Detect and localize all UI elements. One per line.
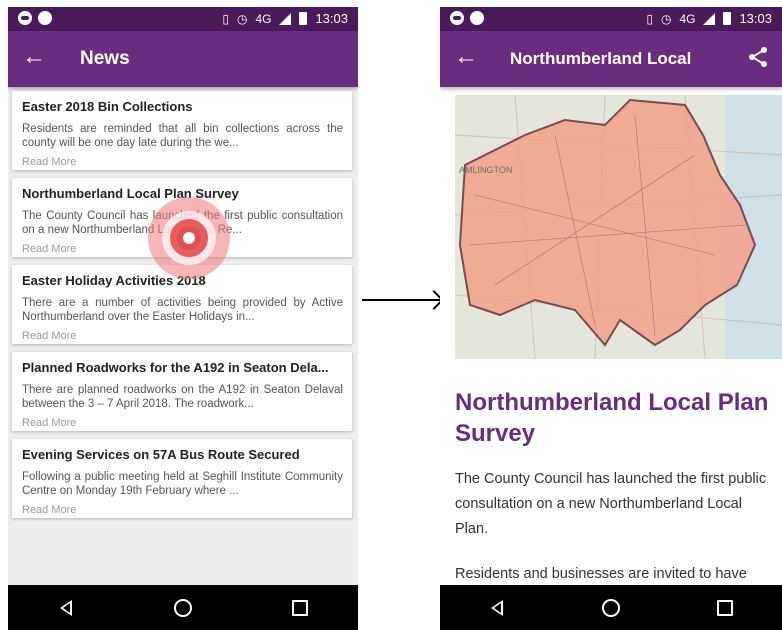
notification-icon bbox=[470, 11, 484, 25]
square-recent-icon bbox=[291, 599, 308, 616]
app-bar: ← Northumberland Local bbox=[440, 31, 782, 87]
news-card-body: There are planned roadworks on the A192 … bbox=[22, 384, 343, 410]
news-card-title: Planned Roadworks for the A192 in Seaton… bbox=[22, 360, 329, 375]
news-card[interactable]: Easter 2018 Bin Collections Residents ar… bbox=[12, 91, 352, 170]
news-card-title: Easter 2018 Bin Collections bbox=[22, 99, 193, 114]
news-card-body: Residents are reminded that all bin coll… bbox=[22, 123, 343, 149]
article-heading: Northumberland Local Plan Survey bbox=[455, 389, 769, 447]
square-recent-icon bbox=[717, 599, 733, 616]
news-card[interactable]: Planned Roadworks for the A192 in Seaton… bbox=[12, 352, 352, 431]
article-content: Northumberland Local Plan Survey The Cou… bbox=[455, 387, 778, 607]
status-bar: ▯ ◷ 4G 13:03 bbox=[8, 7, 358, 31]
vibrate-icon: ▯ bbox=[646, 11, 653, 26]
battery-icon bbox=[299, 12, 308, 25]
nav-back-button[interactable] bbox=[477, 588, 517, 628]
transition-arrow-icon bbox=[362, 299, 440, 301]
news-card-title: Evening Services on 57A Bus Route Secure… bbox=[22, 447, 300, 462]
alarm-icon: ◷ bbox=[660, 11, 672, 26]
article-map-image: AMLINGTON bbox=[455, 95, 782, 359]
read-more-link[interactable]: Read More bbox=[22, 504, 343, 516]
nav-home-button[interactable] bbox=[163, 588, 203, 628]
news-list-screen: ▯ ◷ 4G 13:03 ← News Easter 2018 Bin Coll… bbox=[8, 7, 358, 630]
battery-icon bbox=[723, 12, 732, 25]
article-paragraph: Residents and businesses are invited to … bbox=[455, 566, 747, 582]
clock: 13:03 bbox=[315, 11, 348, 26]
signal-icon bbox=[279, 12, 292, 25]
news-card-body: Following a public meeting held at Seghi… bbox=[22, 471, 343, 497]
triangle-back-icon bbox=[491, 599, 503, 616]
nav-recent-button[interactable] bbox=[705, 588, 745, 628]
article-detail-screen: ▯ ◷ 4G 13:03 ← Northumberland Local AMLI… bbox=[440, 7, 782, 630]
page-title: Northumberland Local bbox=[510, 49, 692, 68]
network-type: 4G bbox=[255, 11, 272, 26]
alarm-icon: ◷ bbox=[236, 11, 248, 26]
read-more-link[interactable]: Read More bbox=[22, 417, 343, 429]
news-list[interactable]: Easter 2018 Bin Collections Residents ar… bbox=[8, 91, 358, 585]
notification-icon bbox=[450, 11, 464, 25]
news-card-body: There are a number of activities being p… bbox=[22, 297, 343, 323]
article-paragraph: The County Council has launched the firs… bbox=[455, 471, 767, 537]
arrow-left-icon[interactable]: ← bbox=[22, 45, 46, 69]
map-place-label: AMLINGTON bbox=[459, 165, 512, 175]
nav-back-button[interactable] bbox=[46, 588, 86, 628]
news-card-body: The County Council has launched the firs… bbox=[22, 210, 343, 236]
notification-icon bbox=[38, 11, 52, 25]
read-more-link[interactable]: Read More bbox=[22, 330, 343, 342]
arrow-left-icon[interactable]: ← bbox=[454, 45, 478, 69]
nav-recent-button[interactable] bbox=[280, 588, 320, 628]
circle-home-icon bbox=[173, 598, 192, 617]
read-more-link[interactable]: Read More bbox=[22, 243, 343, 255]
android-nav-bar bbox=[440, 585, 782, 630]
clock: 13:03 bbox=[739, 11, 772, 26]
read-more-link[interactable]: Read More bbox=[22, 156, 343, 168]
news-card[interactable]: Easter Holiday Activities 2018 There are… bbox=[12, 265, 352, 344]
share-icon[interactable] bbox=[746, 45, 770, 69]
news-card[interactable]: Northumberland Local Plan Survey The Cou… bbox=[12, 178, 352, 257]
page-title: News bbox=[80, 48, 130, 69]
android-nav-bar bbox=[8, 585, 358, 630]
notification-icon bbox=[18, 11, 32, 25]
status-bar: ▯ ◷ 4G 13:03 bbox=[440, 7, 782, 31]
circle-home-icon bbox=[602, 598, 620, 617]
plan-area-map: AMLINGTON bbox=[455, 95, 782, 359]
nav-home-button[interactable] bbox=[591, 588, 631, 628]
news-card-title: Northumberland Local Plan Survey bbox=[22, 186, 239, 201]
network-type: 4G bbox=[679, 11, 696, 26]
vibrate-icon: ▯ bbox=[222, 11, 229, 26]
news-card-title: Easter Holiday Activities 2018 bbox=[22, 273, 206, 288]
triangle-back-icon bbox=[60, 599, 73, 616]
signal-icon bbox=[703, 12, 716, 25]
news-card[interactable]: Evening Services on 57A Bus Route Secure… bbox=[12, 439, 352, 518]
app-bar: ← News bbox=[8, 31, 358, 87]
